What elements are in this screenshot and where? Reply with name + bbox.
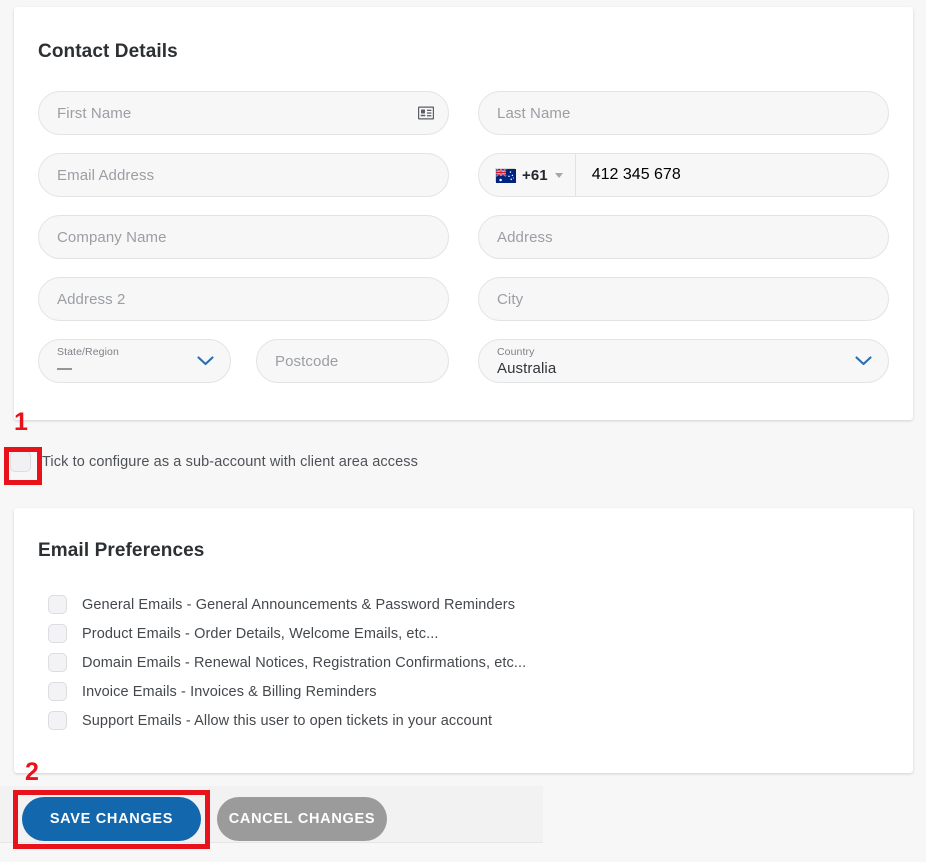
form-col-right: Country Australia (478, 339, 889, 383)
form-col-left: Address 2 (38, 277, 449, 321)
first-name-input[interactable]: First Name (38, 91, 449, 135)
general-emails-label: General Emails - General Announcements &… (82, 596, 516, 613)
contact-card-icon[interactable] (418, 106, 434, 120)
form-col-left: Company Name (38, 215, 449, 259)
form-row-address2-city: Address 2 City (38, 277, 889, 321)
contact-details-form: First Name Last Name Email Address +61 4… (38, 91, 889, 401)
form-col-left: State/Region — Postcode (38, 339, 449, 383)
page-root: Contact Details First Name Last Name Ema… (0, 0, 926, 862)
invoice-emails-checkbox[interactable] (48, 682, 67, 701)
form-row-state-postcode-country: State/Region — Postcode Country Australi… (38, 339, 889, 383)
domain-emails-checkbox[interactable] (48, 653, 67, 672)
state-region-value: — (57, 360, 72, 377)
company-name-input[interactable]: Company Name (38, 215, 449, 259)
chevron-down-icon[interactable] (197, 356, 214, 366)
annotation-marker-2: 2 (25, 758, 39, 786)
chevron-down-icon[interactable] (855, 356, 872, 366)
city-input[interactable]: City (478, 277, 889, 321)
cancel-changes-button[interactable]: CANCEL CHANGES (217, 797, 387, 841)
subaccount-checkbox[interactable] (10, 451, 31, 472)
chevron-down-icon[interactable] (554, 172, 563, 178)
form-col-left: First Name (38, 91, 449, 135)
form-col-right: +61 412 345 678 (478, 153, 889, 197)
subaccount-row[interactable]: Tick to configure as a sub-account with … (10, 451, 418, 472)
country-select[interactable]: Country Australia (478, 339, 889, 383)
contact-details-title: Contact Details (38, 41, 178, 62)
form-col-right: Last Name (478, 91, 889, 135)
phone-country-selector[interactable]: +61 (479, 154, 576, 196)
postcode-placeholder: Postcode (275, 352, 339, 370)
list-item[interactable]: Invoice Emails - Invoices & Billing Remi… (38, 677, 878, 706)
phone-number-placeholder: 412 345 678 (591, 166, 681, 183)
postcode-input[interactable]: Postcode (256, 339, 449, 383)
invoice-emails-label: Invoice Emails - Invoices & Billing Remi… (82, 683, 377, 700)
email-preferences-title: Email Preferences (38, 540, 205, 561)
address-placeholder: Address (497, 228, 553, 246)
general-emails-checkbox[interactable] (48, 595, 67, 614)
support-emails-label: Support Emails - Allow this user to open… (82, 712, 493, 729)
first-name-placeholder: First Name (57, 104, 132, 122)
form-row-company-address: Company Name Address (38, 215, 889, 259)
subaccount-label: Tick to configure as a sub-account with … (42, 453, 418, 470)
form-col-right: Address (478, 215, 889, 259)
last-name-placeholder: Last Name (497, 104, 571, 122)
support-emails-checkbox[interactable] (48, 711, 67, 730)
address2-input[interactable]: Address 2 (38, 277, 449, 321)
address2-placeholder: Address 2 (57, 290, 126, 308)
save-changes-button[interactable]: SAVE CHANGES (22, 797, 201, 841)
list-item[interactable]: Product Emails - Order Details, Welcome … (38, 619, 878, 648)
form-row-contact: Email Address +61 412 345 678 (38, 153, 889, 197)
phone-number-field[interactable]: +61 412 345 678 (478, 153, 889, 197)
form-row-name: First Name Last Name (38, 91, 889, 135)
country-label: Country (497, 346, 535, 358)
last-name-input[interactable]: Last Name (478, 91, 889, 135)
email-preferences-card: Email Preferences General Emails - Gener… (14, 508, 913, 773)
country-value: Australia (497, 360, 557, 377)
phone-number-input[interactable]: 412 345 678 (576, 154, 888, 196)
list-item[interactable]: General Emails - General Announcements &… (38, 590, 878, 619)
list-item[interactable]: Domain Emails - Renewal Notices, Registr… (38, 648, 878, 677)
annotation-marker-1: 1 (14, 408, 28, 436)
phone-country-code: +61 (522, 166, 548, 184)
form-col-left: Email Address (38, 153, 449, 197)
address-input[interactable]: Address (478, 215, 889, 259)
domain-emails-label: Domain Emails - Renewal Notices, Registr… (82, 654, 527, 671)
list-item[interactable]: Support Emails - Allow this user to open… (38, 706, 878, 735)
contact-details-card: Contact Details First Name Last Name Ema… (14, 7, 913, 420)
city-placeholder: City (497, 290, 524, 308)
email-address-placeholder: Email Address (57, 166, 155, 184)
state-region-select[interactable]: State/Region — (38, 339, 231, 383)
product-emails-label: Product Emails - Order Details, Welcome … (82, 625, 439, 642)
australia-flag-icon (495, 168, 516, 183)
product-emails-checkbox[interactable] (48, 624, 67, 643)
email-address-input[interactable]: Email Address (38, 153, 449, 197)
form-col-right: City (478, 277, 889, 321)
company-name-placeholder: Company Name (57, 228, 167, 246)
state-region-label: State/Region (57, 346, 119, 358)
email-preferences-list: General Emails - General Announcements &… (38, 590, 878, 735)
